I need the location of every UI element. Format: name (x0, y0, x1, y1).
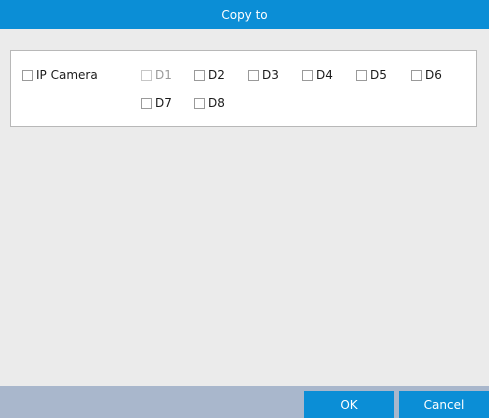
ok-button[interactable]: OK (304, 391, 394, 418)
checkbox-box[interactable] (141, 97, 152, 109)
channel-selection-panel: IP Camera D1 D2 D3 D4 D5 D6 D7 D8 (10, 50, 477, 127)
checkbox-box[interactable] (411, 69, 422, 81)
cancel-button[interactable]: Cancel (399, 391, 489, 418)
channel-checkbox-d8[interactable]: D8 (194, 96, 225, 110)
channel-label: D4 (316, 68, 333, 82)
channel-checkbox-d2[interactable]: D2 (194, 68, 225, 82)
channel-checkbox-d4[interactable]: D4 (302, 68, 333, 82)
channel-label: D6 (425, 68, 442, 82)
cancel-button-label: Cancel (423, 397, 465, 412)
channel-label: D3 (262, 68, 279, 82)
channel-checkbox-d6[interactable]: D6 (411, 68, 442, 82)
checkbox-box[interactable] (356, 69, 367, 81)
channel-checkbox-d5[interactable]: D5 (356, 68, 387, 82)
channel-label: D2 (208, 68, 225, 82)
channel-label: D7 (155, 96, 172, 110)
channel-checkbox-d3[interactable]: D3 (248, 68, 279, 82)
dialog-title: Copy to (221, 7, 268, 22)
checkbox-box[interactable] (22, 69, 33, 81)
channel-label: D8 (208, 96, 225, 110)
channel-checkbox-d7[interactable]: D7 (141, 96, 172, 110)
checkbox-box[interactable] (248, 69, 259, 81)
dialog-title-bar: Copy to (0, 0, 489, 29)
channel-label: D5 (370, 68, 387, 82)
ip-camera-checkbox[interactable]: IP Camera (22, 68, 98, 82)
channel-label: D1 (155, 68, 172, 82)
checkbox-box[interactable] (194, 97, 205, 109)
checkbox-box[interactable] (302, 69, 313, 81)
channel-checkbox-d1[interactable]: D1 (141, 68, 172, 82)
checkbox-box[interactable] (194, 69, 205, 81)
checkbox-box[interactable] (141, 69, 152, 81)
ok-button-label: OK (340, 397, 358, 412)
ip-camera-label: IP Camera (36, 68, 98, 82)
